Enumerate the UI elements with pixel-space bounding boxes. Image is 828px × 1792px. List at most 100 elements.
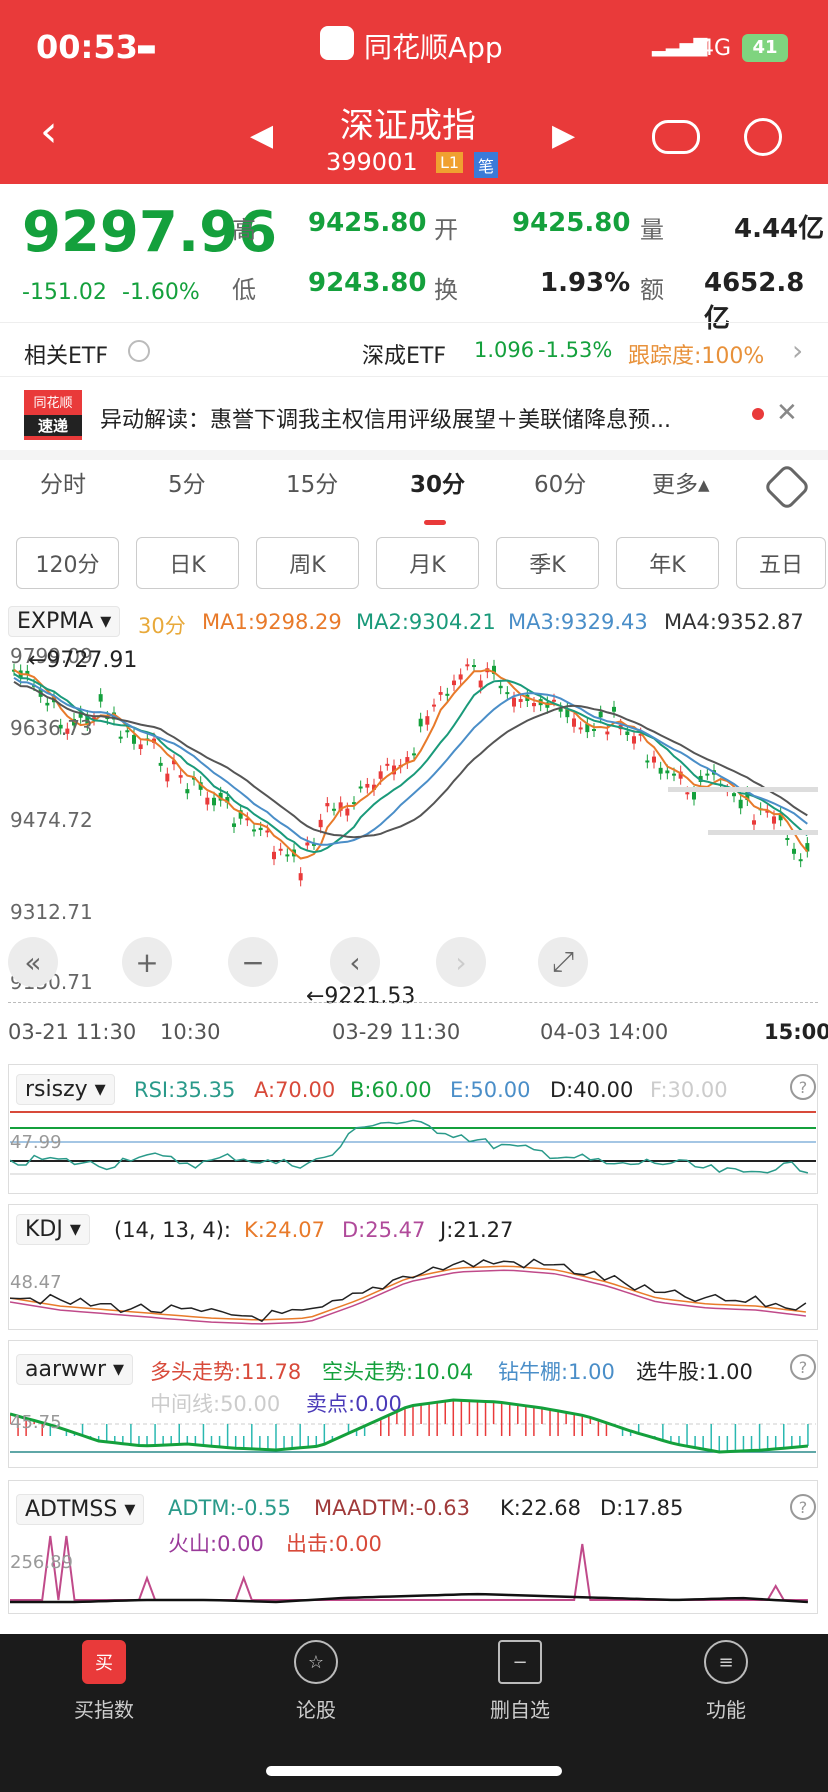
- buy-icon: 买: [82, 1640, 126, 1684]
- aar-help-icon[interactable]: ?: [790, 1354, 816, 1380]
- candle: [458, 674, 463, 680]
- news-text[interactable]: 异动解读：惠誉下调我主权信用评级展望＋美联储降息预...: [100, 402, 740, 434]
- tab-timeframe-1[interactable]: 5分: [168, 465, 206, 499]
- indicator-select[interactable]: EXPMA ▾: [8, 606, 121, 637]
- pill-month[interactable]: 月K: [376, 537, 479, 589]
- candle: [325, 803, 330, 807]
- rsi-e: E:50.00: [450, 1078, 531, 1102]
- price-change-pct: -1.60%: [122, 280, 200, 305]
- candle: [792, 848, 796, 854]
- active-tab-indicator: [424, 520, 446, 525]
- search-icon[interactable]: [744, 118, 782, 156]
- pill-120m[interactable]: 120分: [16, 537, 119, 589]
- amount-label: 额: [640, 276, 664, 304]
- candle: [258, 827, 263, 831]
- candle: [498, 685, 503, 689]
- turnover-label: 换: [434, 276, 458, 304]
- candle: [798, 859, 803, 862]
- adt-help-icon[interactable]: ?: [790, 1494, 816, 1520]
- x-label-1: 10:30: [160, 1020, 221, 1044]
- tab-timeframe-0[interactable]: 分时: [40, 465, 86, 499]
- open-label: 开: [434, 216, 458, 244]
- scroll-left-icon[interactable]: ‹: [330, 937, 380, 987]
- tab-timeframe-4[interactable]: 60分: [534, 465, 586, 499]
- etf-name[interactable]: 深成ETF: [362, 338, 446, 370]
- kdj-d: D:25.47: [342, 1218, 426, 1242]
- home-indicator: [266, 1766, 562, 1776]
- amount-value: 4652.8亿: [704, 268, 805, 334]
- candle: [612, 706, 616, 712]
- collapse-icon[interactable]: «: [8, 937, 58, 987]
- battery-icon: 41: [742, 34, 788, 62]
- prev-index-icon[interactable]: ◀: [250, 118, 273, 153]
- menu-icon: ≡: [704, 1640, 748, 1684]
- candle: [118, 736, 123, 739]
- news-logo: 同花顺 速递: [24, 390, 82, 440]
- pill-day[interactable]: 日K: [136, 537, 239, 589]
- kdj-k: K:24.07: [244, 1218, 325, 1242]
- nav-buy-index[interactable]: 买 买指数: [44, 1640, 164, 1723]
- close-icon[interactable]: ✕: [776, 398, 798, 428]
- nav-discuss[interactable]: ☆ 论股: [256, 1640, 376, 1723]
- info-icon[interactable]: [128, 340, 150, 362]
- etf-label[interactable]: 相关ETF: [24, 338, 108, 370]
- rsi-a: A:70.00: [254, 1078, 336, 1102]
- pill-week[interactable]: 周K: [256, 537, 359, 589]
- candle: [472, 665, 476, 668]
- tab-timeframe-5[interactable]: 更多▴: [652, 465, 710, 499]
- candle: [625, 731, 630, 735]
- x-label-4: 15:00: [764, 1020, 828, 1044]
- candle: [785, 838, 790, 841]
- rsi-select[interactable]: rsiszy ▾: [16, 1074, 115, 1105]
- nav-label-1: 论股: [296, 1698, 336, 1722]
- nav-remove-watch[interactable]: − 删自选: [460, 1640, 580, 1723]
- high-marker: ←9727.91: [28, 648, 138, 673]
- zoom-in-icon[interactable]: +: [122, 937, 172, 987]
- tab-timeframe-3[interactable]: 30分: [410, 465, 465, 499]
- candle: [438, 692, 443, 695]
- y-label-1: 9636.73: [10, 716, 93, 740]
- x-axis: [8, 1002, 818, 1012]
- badge-l1: L1: [436, 152, 464, 173]
- candle: [132, 734, 136, 744]
- back-icon[interactable]: ‹: [40, 110, 58, 154]
- page-title: 深证成指: [340, 106, 476, 146]
- pill-year[interactable]: 年K: [616, 537, 719, 589]
- candle: [318, 819, 323, 828]
- pill-quarter[interactable]: 季K: [496, 537, 599, 589]
- zoom-out-icon[interactable]: −: [228, 937, 278, 987]
- rsi-f: F:30.00: [650, 1078, 728, 1102]
- candle: [605, 731, 610, 735]
- pill-five-day[interactable]: 五日: [736, 537, 826, 589]
- nav-functions[interactable]: ≡ 功能: [666, 1640, 786, 1723]
- high-label: 高: [232, 216, 256, 244]
- candle: [252, 829, 256, 832]
- news-logo-top: 同花顺: [33, 396, 73, 411]
- nav-label-3: 功能: [706, 1698, 746, 1722]
- candle: [138, 744, 143, 750]
- adt-select[interactable]: ADTMSS ▾: [16, 1494, 145, 1525]
- fullscreen-icon[interactable]: ⤢: [538, 937, 588, 987]
- tab-timeframe-2[interactable]: 15分: [286, 465, 338, 499]
- x-label-0: 03-21 11:30: [8, 1020, 137, 1044]
- kdj-chart: [10, 1258, 807, 1325]
- candle: [265, 830, 270, 833]
- aar-select[interactable]: aarwwr ▾: [16, 1354, 134, 1385]
- low-value: 9243.80: [308, 268, 427, 298]
- ma1-label: MA1:9298.29: [202, 610, 342, 634]
- candle: [185, 789, 190, 794]
- kdj-select[interactable]: KDJ ▾: [16, 1214, 90, 1245]
- candle: [738, 799, 743, 809]
- minus-box-icon: −: [498, 1640, 542, 1684]
- robot-icon[interactable]: [652, 120, 700, 154]
- candle: [658, 767, 663, 774]
- settings-hex-icon[interactable]: [762, 462, 812, 512]
- rsi-help-icon[interactable]: ?: [790, 1074, 816, 1100]
- etf-price: 1.096: [474, 338, 535, 362]
- y-label-2: 9474.72: [10, 808, 93, 832]
- chevron-right-icon[interactable]: ›: [792, 334, 803, 367]
- candle: [378, 771, 383, 779]
- next-index-icon[interactable]: ▶: [552, 118, 575, 153]
- scroll-right-icon[interactable]: ›: [436, 937, 486, 987]
- rsi-ylabel: 47.99: [10, 1132, 62, 1153]
